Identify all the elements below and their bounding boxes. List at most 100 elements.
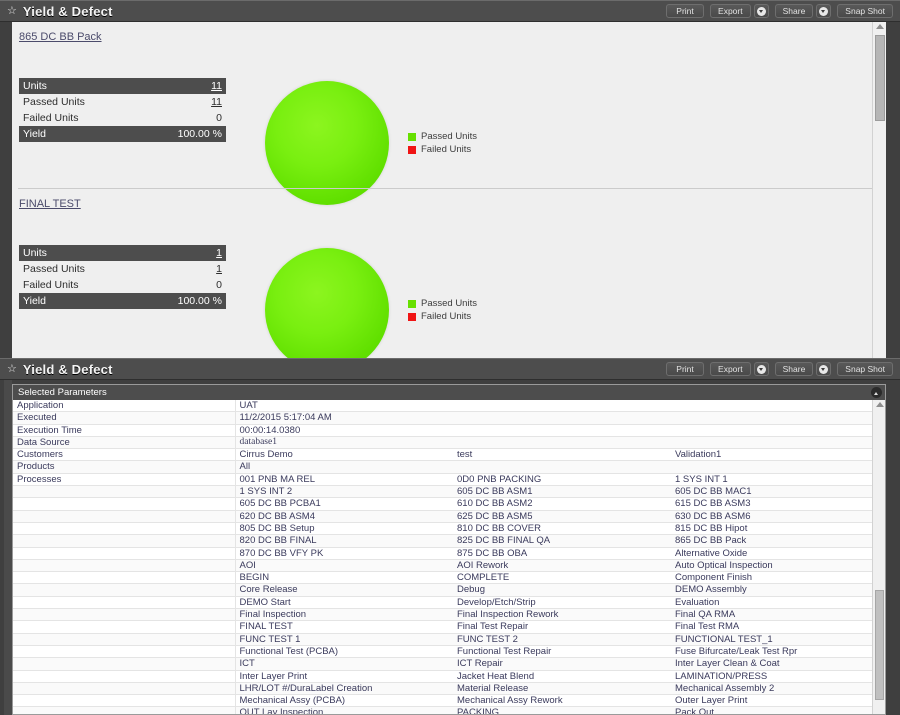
parameter-value	[453, 436, 671, 450]
parameter-label: Products	[13, 460, 236, 474]
stat-label: Yield	[19, 293, 138, 309]
parameter-value: 0D0 PNB PACKING	[453, 473, 671, 487]
parameter-label: Customers	[13, 448, 236, 462]
print-button[interactable]: Print	[666, 362, 705, 376]
table-row: Inter Layer Print Jacket Heat Blend LAMINA…	[13, 670, 885, 683]
table-row: 620 DC BB ASM4 625 DC BB ASM5 630 DC BB AS…	[13, 510, 885, 523]
parameter-value: BEGIN	[235, 571, 453, 585]
panel2-header: ☆ Yield & Defect Print Export Share Snap…	[0, 358, 900, 380]
table-row: 820 DC BB FINAL 825 DC BB FINAL QA 865 DC …	[13, 534, 885, 548]
parameter-value: Develop/Etch/Strip	[453, 596, 671, 610]
collapse-icon[interactable]	[871, 387, 882, 398]
snapshot-button[interactable]: Snap Shot	[837, 362, 893, 376]
panel2-body: Selected Parameters Application UAT Execut…	[0, 380, 900, 715]
share-dropdown-button[interactable]	[816, 362, 832, 376]
table-row: Units 11	[19, 78, 226, 94]
stat-value: 0	[137, 277, 226, 293]
share-dropdown-button[interactable]	[816, 4, 832, 18]
stat-label: Yield	[19, 126, 138, 142]
parameter-value: Auto Optical Inspection	[671, 559, 885, 573]
table-row: Yield 100.00 %	[19, 293, 226, 309]
parameter-value: 001 PNB MA REL	[235, 473, 453, 487]
stat-value[interactable]: 1	[137, 245, 226, 261]
chart-legend: Passed Units Failed Units	[408, 297, 477, 323]
share-button[interactable]: Share	[774, 362, 814, 376]
section-title[interactable]: FINAL TEST	[19, 198, 81, 210]
parameter-label	[13, 571, 236, 585]
parameter-value: Mechanical Assy (PCBA)	[235, 694, 453, 708]
table-row: Customers Cirrus Demo test Validation1	[13, 448, 885, 462]
panel2-title: Yield & Defect	[22, 361, 113, 377]
stat-value: 100.00 %	[137, 293, 226, 309]
parameter-value: Fuse Bifurcate/Leak Test Rpr	[671, 645, 885, 659]
parameter-label	[13, 706, 236, 714]
legend-item: Failed Units	[408, 310, 477, 323]
parameter-value: 825 DC BB FINAL QA	[453, 534, 671, 548]
table-row: Products All	[13, 460, 885, 474]
yield-pie-chart[interactable]	[265, 248, 389, 358]
parameter-value: Final Test Repair	[453, 620, 671, 634]
parameter-label	[13, 510, 236, 523]
parameter-value: 00:00:14.0380	[235, 424, 453, 437]
parameter-value: Functional Test (PCBA)	[235, 645, 453, 659]
yield-section: 865 DC BB Pack Units 11 Passed Units 11 …	[12, 22, 886, 205]
panel1-title: Yield & Defect	[22, 3, 113, 19]
parameter-value	[671, 411, 885, 425]
section-title[interactable]: 865 DC BB Pack	[19, 31, 102, 43]
yield-pie-chart[interactable]	[265, 81, 389, 205]
stat-value[interactable]: 11	[137, 78, 226, 94]
parameter-value: COMPLETE	[453, 571, 671, 585]
export-dropdown-button[interactable]	[753, 4, 769, 18]
legend-label: Passed Units	[421, 131, 477, 142]
scrollbar-thumb[interactable]	[875, 35, 885, 121]
star-icon[interactable]: ☆	[7, 5, 17, 17]
parameter-value: Final Inspection	[235, 608, 453, 622]
snapshot-button[interactable]: Snap Shot	[837, 4, 893, 18]
parameters-scrollbar[interactable]	[872, 400, 885, 714]
parameter-value: FUNC TEST 1	[235, 633, 453, 646]
vertical-scrollbar[interactable]	[872, 22, 886, 358]
stats-table: Units 11 Passed Units 11 Failed Units 0	[19, 78, 226, 142]
scroll-up-icon[interactable]	[876, 402, 884, 407]
parameter-label	[13, 534, 236, 548]
parameter-label	[13, 620, 236, 634]
chevron-down-icon	[756, 6, 766, 16]
parameter-label: Processes	[13, 473, 236, 487]
legend-item: Passed Units	[408, 297, 477, 310]
parameter-value	[453, 424, 671, 437]
print-button[interactable]: Print	[666, 4, 705, 18]
parameter-value: FINAL TEST	[235, 620, 453, 634]
parameter-label	[13, 583, 236, 597]
panel2-toolbar: Print Export Share Snap Shot	[666, 362, 900, 376]
stat-label: Units	[19, 245, 138, 261]
table-row: Final Inspection Final Inspection Rework F…	[13, 608, 885, 622]
scrollbar-thumb[interactable]	[875, 590, 884, 700]
export-dropdown-button[interactable]	[753, 362, 769, 376]
share-button[interactable]: Share	[774, 4, 814, 18]
stat-value[interactable]: 11	[137, 94, 226, 110]
parameter-value: DEMO Start	[235, 596, 453, 610]
table-row: Mechanical Assy (PCBA) Mechanical Assy Re…	[13, 694, 885, 708]
parameter-value: ICT Repair	[453, 657, 671, 671]
stat-value[interactable]: 1	[137, 261, 226, 277]
stat-value-text: 11	[211, 80, 222, 92]
parameter-value: Mechanical Assy Rework	[453, 694, 671, 708]
stat-label: Units	[19, 78, 138, 94]
export-button[interactable]: Export	[710, 362, 751, 376]
legend-item: Passed Units	[408, 130, 477, 143]
table-row: FUNC TEST 1 FUNC TEST 2 FUNCTIONAL TEST_1	[13, 633, 885, 646]
star-icon[interactable]: ☆	[7, 363, 17, 375]
table-row: Functional Test (PCBA) Functional Test Re…	[13, 645, 885, 659]
export-button[interactable]: Export	[710, 4, 751, 18]
parameter-value: FUNC TEST 2	[453, 633, 671, 646]
left-rail-inner	[4, 380, 12, 715]
stat-value: 0	[137, 110, 226, 126]
panel1-toolbar: Print Export Share Snap Shot	[666, 4, 900, 18]
parameter-value: FUNCTIONAL TEST_1	[671, 633, 885, 646]
parameter-value: DEMO Assembly	[671, 583, 885, 597]
scroll-up-icon[interactable]	[876, 24, 884, 29]
parameter-value: 820 DC BB FINAL	[235, 534, 453, 548]
stat-label: Failed Units	[19, 277, 138, 293]
share-button-group: Share	[774, 362, 832, 376]
parameter-value: Inter Layer Print	[235, 670, 453, 683]
